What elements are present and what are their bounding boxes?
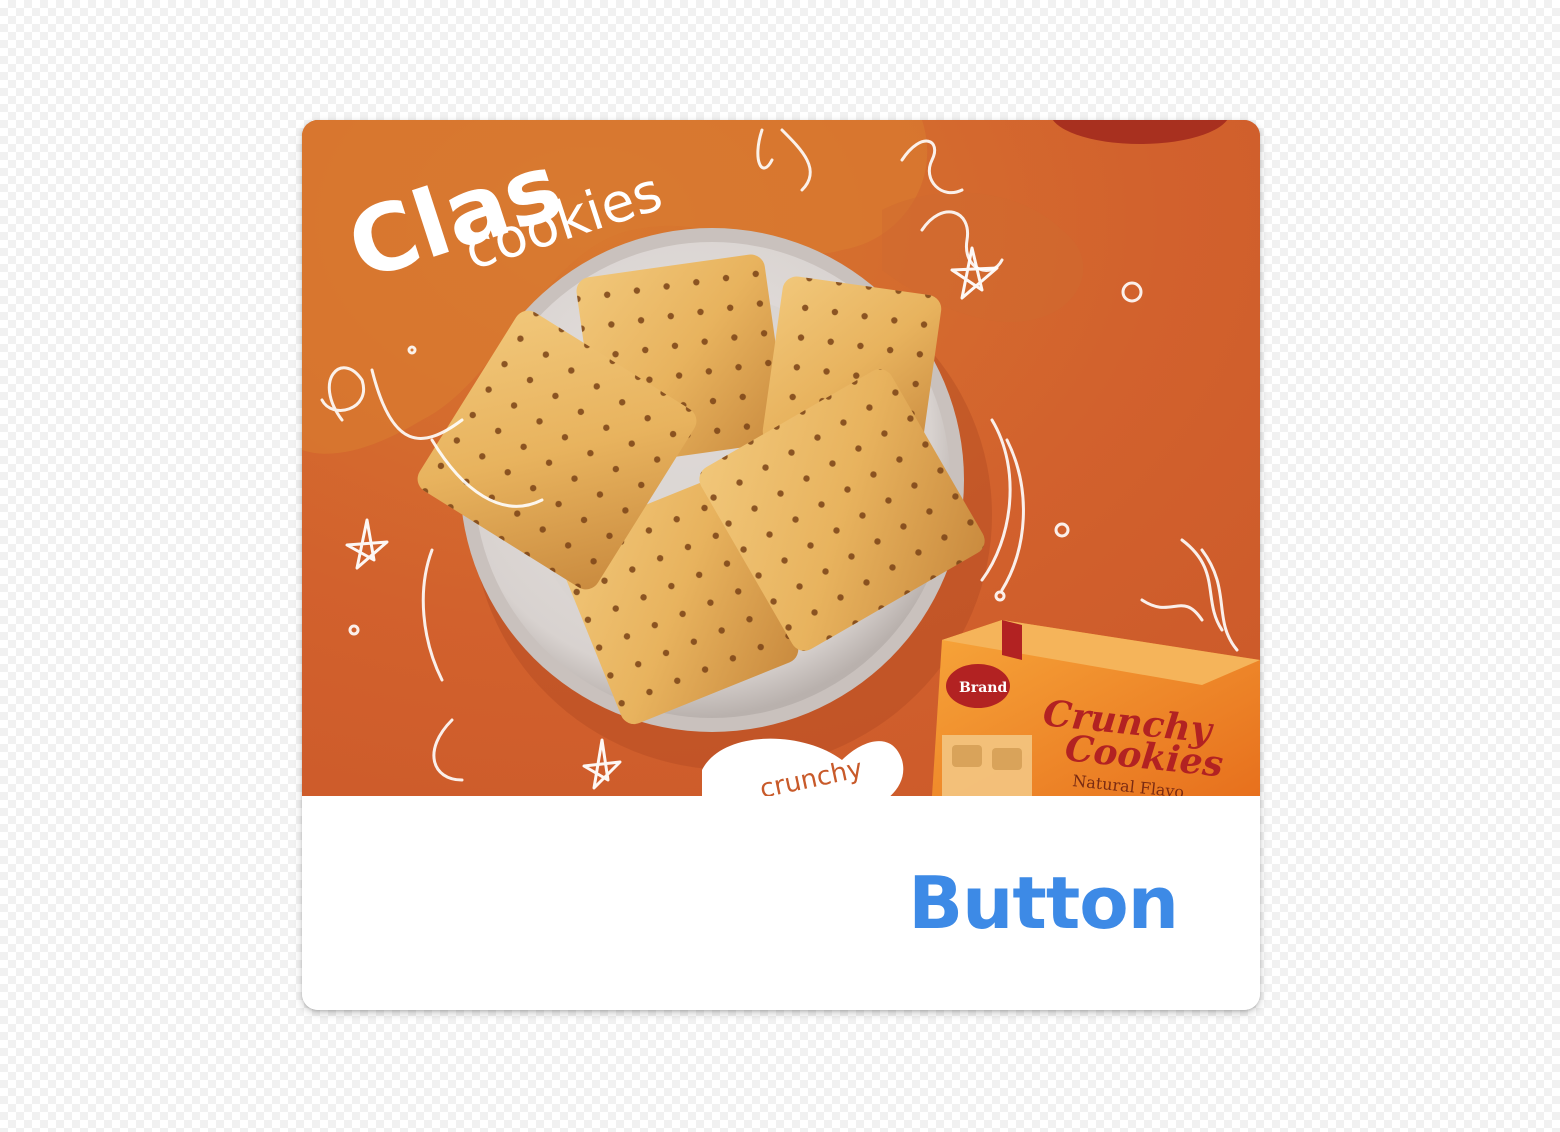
action-button[interactable]: Button <box>896 858 1190 948</box>
svg-text:Brand: Brand <box>959 680 1007 696</box>
card-media-image: Clas cookies crunchy Brand Crunchy Cooki… <box>302 120 1260 796</box>
card-actions: Button <box>302 796 1260 1010</box>
media-card: Clas cookies crunchy Brand Crunchy Cooki… <box>302 120 1260 1010</box>
